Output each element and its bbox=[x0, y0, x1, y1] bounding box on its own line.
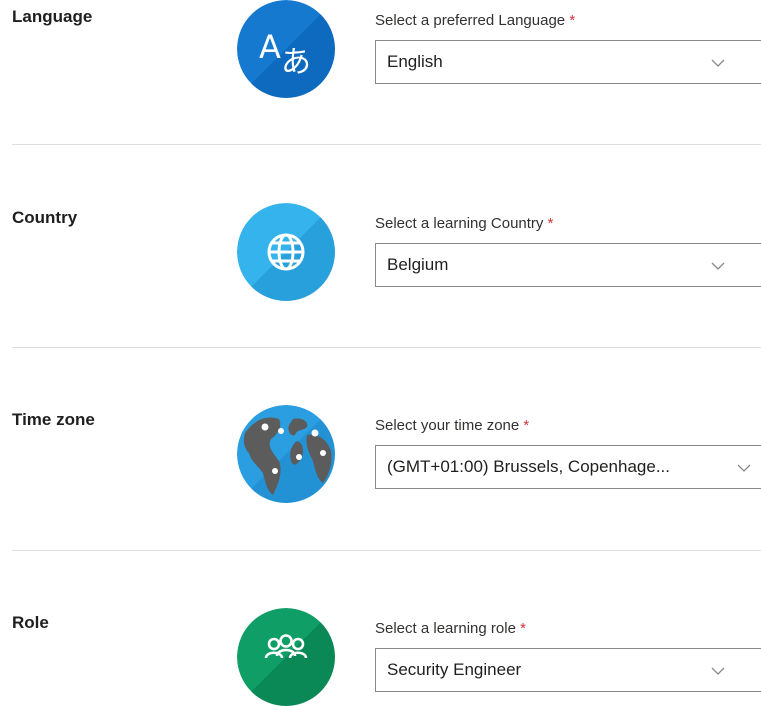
language-section: Language A あ Select a preferred Language… bbox=[0, 0, 761, 145]
country-field-label: Select a learning Country * bbox=[375, 215, 554, 232]
divider bbox=[12, 550, 761, 551]
timezone-section: Time zone Select your time zone * (GMT+0… bbox=[0, 405, 761, 550]
chevron-down-icon bbox=[711, 667, 725, 675]
world-map-icon bbox=[237, 405, 335, 503]
required-asterisk: * bbox=[520, 620, 526, 637]
chevron-down-icon bbox=[711, 262, 725, 270]
required-asterisk: * bbox=[523, 417, 530, 434]
role-section: Role Select a learning role * Security E… bbox=[0, 608, 761, 706]
chevron-down-icon bbox=[711, 59, 725, 67]
required-asterisk: * bbox=[569, 12, 576, 29]
chevron-down-icon bbox=[737, 464, 751, 472]
required-asterisk: * bbox=[547, 215, 554, 232]
role-select[interactable]: Security Engineer bbox=[375, 648, 761, 692]
divider bbox=[12, 144, 761, 145]
divider bbox=[12, 347, 761, 348]
language-icon: A あ bbox=[237, 0, 335, 98]
timezone-field-label: Select your time zone * bbox=[375, 417, 530, 434]
role-select-value: Security Engineer bbox=[387, 660, 522, 679]
section-title-language: Language bbox=[12, 7, 93, 26]
section-title-country: Country bbox=[12, 208, 78, 227]
role-field-label: Select a learning role * bbox=[375, 620, 526, 637]
section-title-time-zone: Time zone bbox=[12, 410, 95, 429]
people-group-icon bbox=[237, 608, 335, 706]
language-select-value: English bbox=[387, 52, 443, 71]
country-section: Country Select a learning Country * Belg… bbox=[0, 203, 761, 348]
timezone-select[interactable]: (GMT+01:00) Brussels, Copenhage... bbox=[375, 445, 761, 489]
language-select[interactable]: English bbox=[375, 40, 761, 84]
svg-text:あ: あ bbox=[281, 45, 311, 80]
language-field-label: Select a preferred Language * bbox=[375, 12, 576, 29]
country-select[interactable]: Belgium bbox=[375, 243, 761, 287]
country-select-value: Belgium bbox=[387, 255, 449, 274]
timezone-select-value: (GMT+01:00) Brussels, Copenhage... bbox=[387, 457, 670, 476]
svg-text:A: A bbox=[259, 28, 281, 66]
section-title-role: Role bbox=[12, 613, 49, 632]
globe-icon bbox=[237, 203, 335, 301]
